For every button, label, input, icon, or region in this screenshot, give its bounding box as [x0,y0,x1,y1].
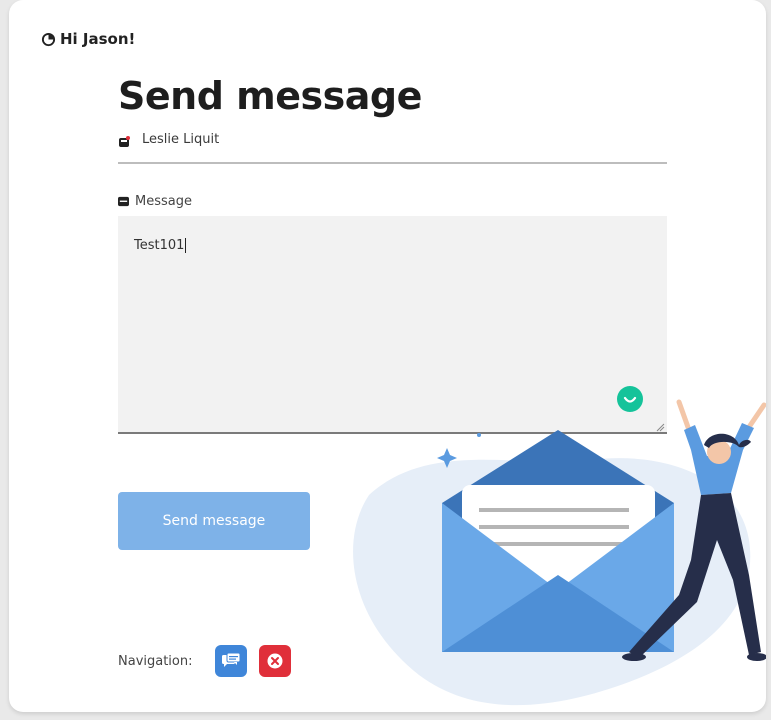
message-label: Message [118,194,192,209]
user-status-icon [41,32,56,46]
close-circle-icon [267,653,282,669]
recipient-name: Leslie Liquit [142,132,220,147]
greeting: Hi Jason! [41,30,135,48]
navigation-bar: Navigation: [118,645,291,677]
text-caret [185,238,187,253]
mail-illustration [353,399,766,706]
messages-nav-button[interactable] [214,645,247,677]
close-nav-button[interactable] [258,645,291,677]
recipient-field[interactable]: Leslie Liquit [118,132,667,164]
page-title: Send message [118,74,422,118]
chat-icon [221,652,240,667]
message-icon [118,196,129,207]
message-card: Hi Jason! Send message Leslie Liquit Mes… [9,0,766,712]
message-text: Test101 [134,238,185,253]
contact-icon [119,136,130,147]
navigation-label: Navigation: [118,653,193,669]
greeting-text: Hi Jason! [60,30,136,48]
send-message-button[interactable]: Send message [118,492,310,550]
message-label-text: Message [135,194,192,209]
